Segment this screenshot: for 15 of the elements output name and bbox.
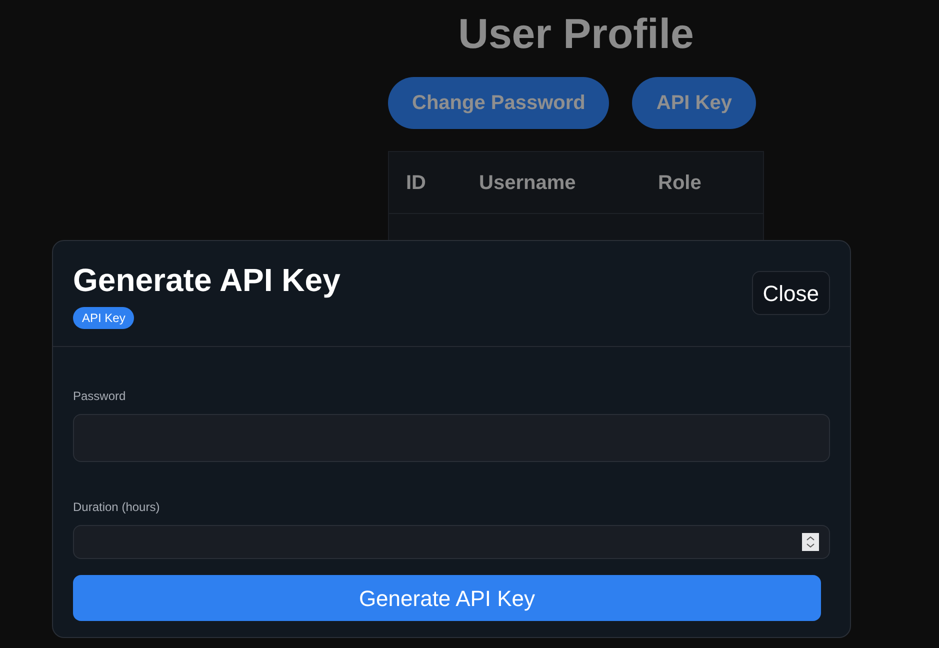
page-button[interactable]: Change Password xyxy=(388,77,610,129)
field-label: Password xyxy=(73,389,127,403)
page-title: User Profile xyxy=(458,9,694,59)
duration-field[interactable] xyxy=(73,525,830,559)
field-label: Duration (hours) xyxy=(73,500,161,514)
column-header: Role xyxy=(658,170,702,196)
password-field[interactable] xyxy=(73,414,830,462)
generate-button[interactable]: Generate API Key xyxy=(73,575,821,621)
stepper-icon[interactable] xyxy=(802,533,819,551)
page-button[interactable]: API Key xyxy=(632,77,756,129)
modal-title: Generate API Key xyxy=(73,261,340,299)
column-header: ID xyxy=(406,170,427,196)
column-header: Username xyxy=(479,170,577,196)
close-button[interactable]: Close xyxy=(752,271,830,315)
api-key-badge: API Key xyxy=(73,307,134,329)
